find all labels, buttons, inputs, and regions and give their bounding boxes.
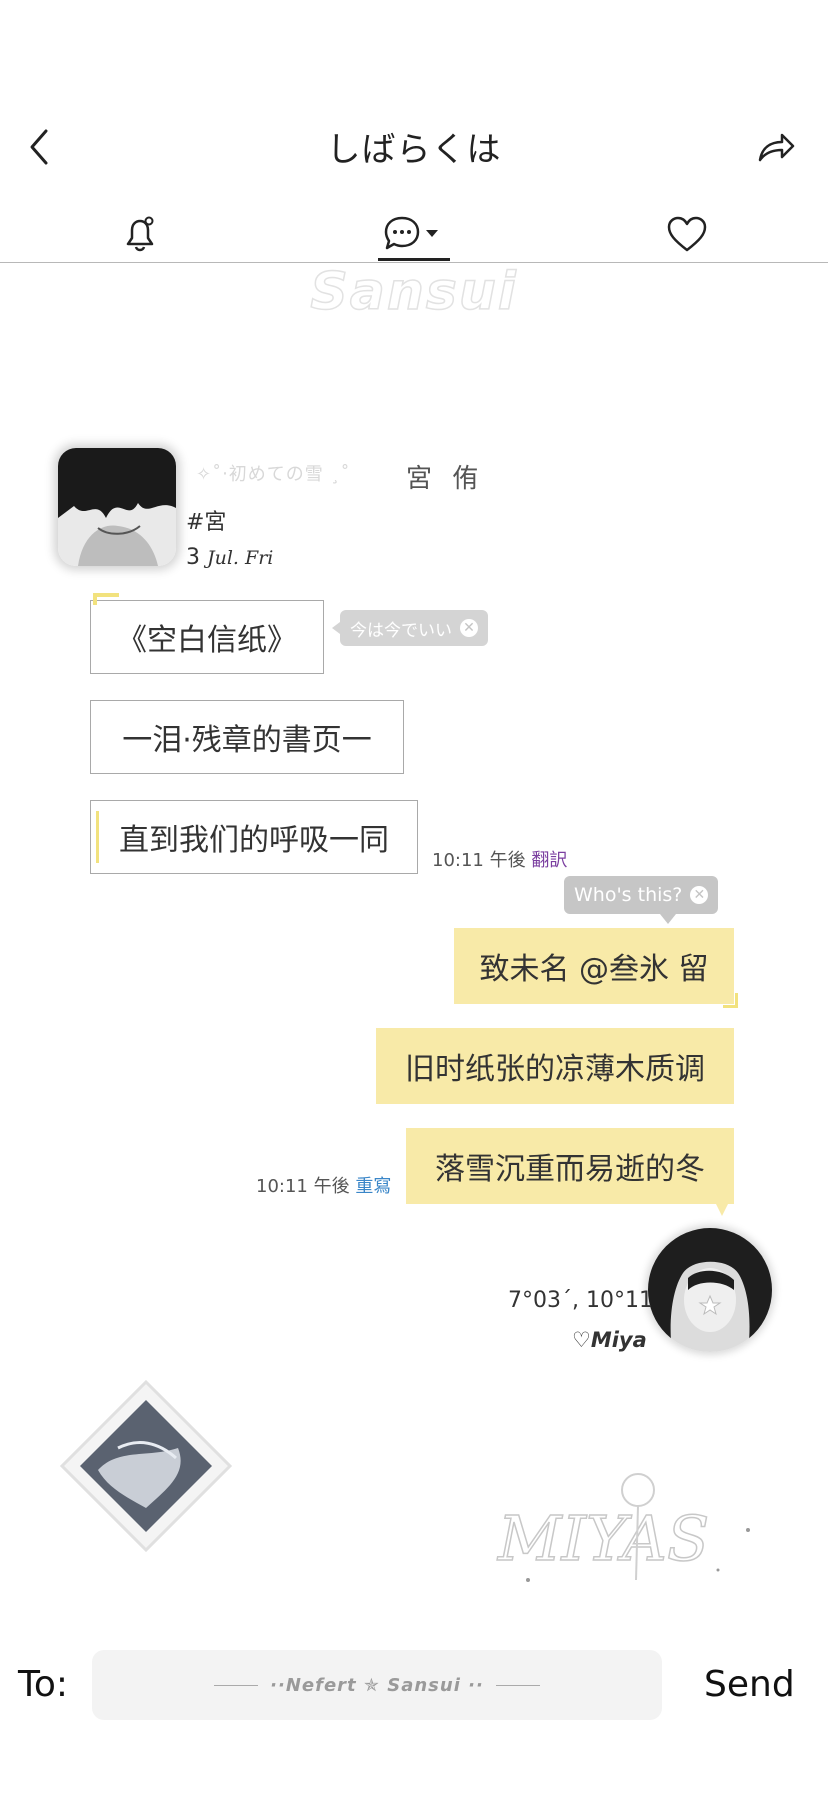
profile-name: 宮 侑 [406, 464, 485, 494]
message-time: 10:11 午後 [432, 850, 526, 871]
tooltip-right-text: Who's this? [574, 884, 683, 906]
tooltip-right[interactable]: Who's this? ✕ [564, 876, 719, 924]
page-title: しばらくは [326, 130, 502, 170]
profile-date: 3 Jul. Fri [186, 545, 273, 570]
diamond-photo-frame [58, 1378, 234, 1554]
tab-favorites[interactable] [664, 212, 710, 262]
rose-signature-image: MIYAS [496, 1473, 750, 1582]
profile-decoration-text: ✧˚‧初めての雪 ¸˚ [196, 464, 351, 485]
signature-name: ♡Miya [572, 1328, 647, 1352]
avatar[interactable] [58, 448, 176, 566]
message-bubble-left[interactable]: 直到我们的呼吸一同 [90, 800, 418, 874]
tooltip-left[interactable]: 今は今でいい ✕ [332, 610, 488, 646]
avatar-image [58, 448, 176, 566]
message-bubble-right[interactable]: 致未名 @叁氷 留 [454, 928, 738, 1008]
heart-icon [667, 216, 707, 252]
divider-line [214, 1684, 259, 1686]
send-button[interactable]: Send [704, 1664, 795, 1705]
close-icon[interactable]: ✕ [460, 619, 478, 637]
coordinates-text: 7°03´, 10°11 [508, 1288, 653, 1313]
message-time: 10:11 午後 [256, 1176, 350, 1197]
miya-signature-logo: MIYAS [488, 1460, 778, 1600]
watermark-logo: Sansui [310, 261, 518, 323]
active-tab-indicator [378, 258, 450, 261]
profile-handle: #宮 [186, 510, 227, 535]
message-bubble-left[interactable]: 一泪·残章的書页一 [90, 700, 404, 774]
tab-chat[interactable] [380, 212, 448, 262]
message-meta-right: 10:11 午後 重寫 [256, 1172, 391, 1198]
bell-icon [126, 216, 154, 252]
svg-text:MIYAS: MIYAS [497, 1502, 709, 1575]
avatar-image [648, 1228, 772, 1352]
tooltip-left-text: 今は今でいい [350, 620, 452, 641]
to-label: To: [18, 1664, 69, 1705]
message-bubble-right[interactable]: 旧时纸张的凉薄木质调 [376, 1028, 734, 1104]
diamond-frame-image [59, 1379, 233, 1553]
share-arrow-icon [758, 133, 795, 162]
recipient-field-text: ··Nefert ✯ Sansui ·· [270, 1674, 484, 1696]
date-text: Jul. Fri [207, 547, 274, 569]
avatar[interactable] [648, 1228, 772, 1352]
tab-notifications[interactable] [118, 212, 162, 262]
message-bubble-right[interactable]: 落雪沉重而易逝的冬 [406, 1128, 734, 1216]
date-day: 3 [186, 545, 200, 570]
message-meta-left: 10:11 午後 翻訳 [432, 846, 567, 872]
divider-line [495, 1684, 540, 1686]
rewrite-link[interactable]: 重寫 [355, 1176, 391, 1197]
recipient-field[interactable]: ··Nefert ✯ Sansui ·· [92, 1650, 662, 1720]
chat-bubble-icon [384, 216, 438, 250]
close-icon[interactable]: ✕ [690, 886, 709, 904]
message-bubble-left[interactable]: 《空白信纸》 [90, 593, 324, 674]
share-button[interactable] [756, 128, 796, 168]
translate-link[interactable]: 翻訳 [531, 850, 567, 871]
